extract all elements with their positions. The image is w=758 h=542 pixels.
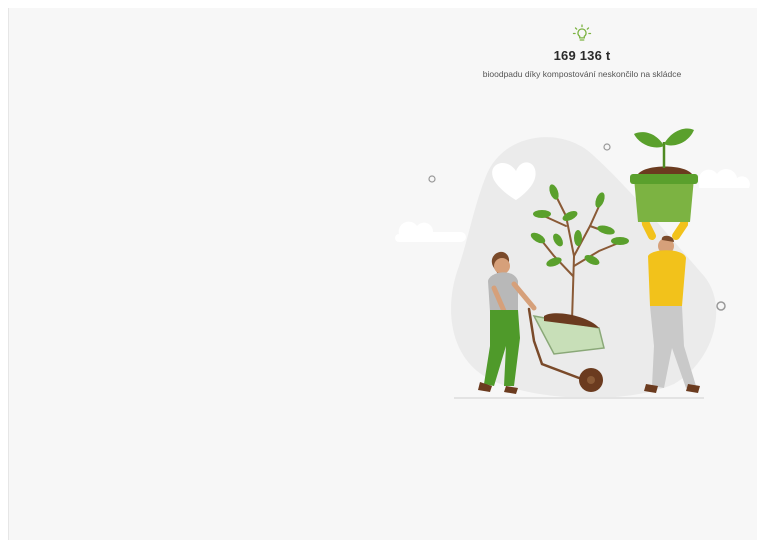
- stat-value: 169 136 t: [553, 48, 611, 63]
- decor-circle: [716, 301, 726, 311]
- stat-caption: bioodpadu díky kompostování neskončilo n…: [482, 69, 682, 79]
- decor-circle: [428, 175, 436, 183]
- compost-stat: 169 136 t bioodpadu díky kompostování ne…: [452, 24, 712, 79]
- lightbulb-icon: [572, 24, 592, 41]
- content-panel: 169 136 t bioodpadu díky kompostování ne…: [8, 8, 757, 540]
- cloud-left: [395, 221, 466, 242]
- decor-circle: [603, 143, 611, 151]
- cloud-right: [698, 169, 750, 188]
- composting-illustration: [395, 128, 750, 399]
